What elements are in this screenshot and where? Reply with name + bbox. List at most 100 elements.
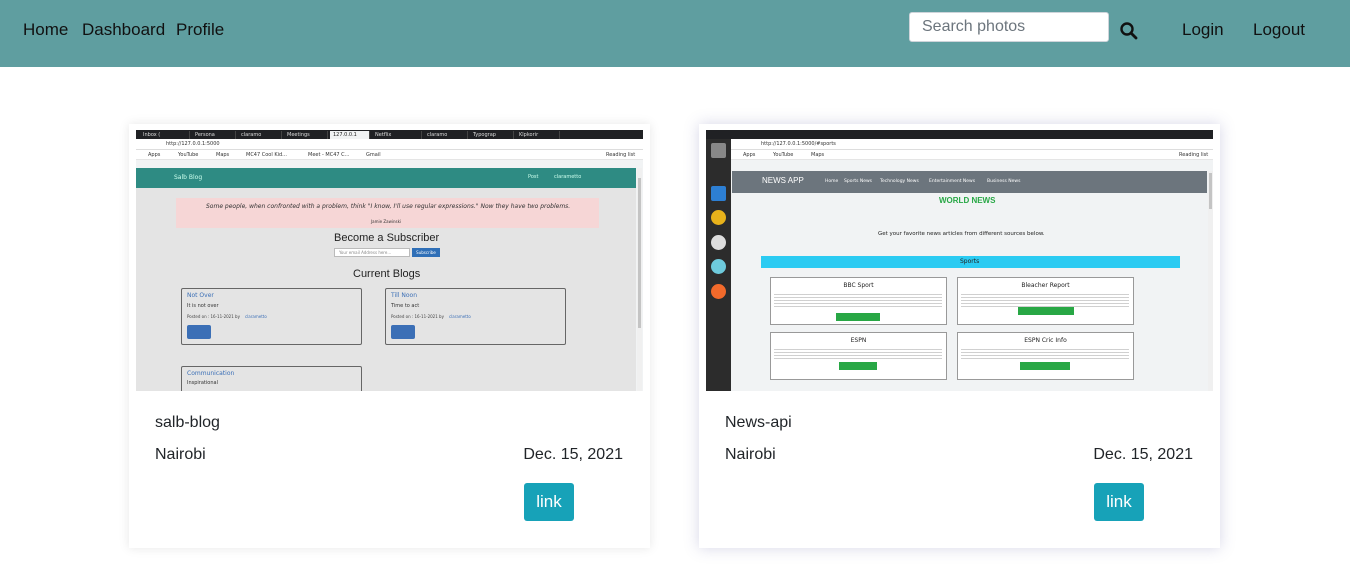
bookmark: Maps <box>811 152 825 158</box>
address-bar: http://127.0.0.1:5000/#sports <box>731 139 1213 150</box>
bookmark: Meet - MC47 C... <box>308 152 350 158</box>
blog-card-author: clarametto <box>245 314 267 319</box>
source-name: ESPN <box>850 337 867 344</box>
browser-tab-bar <box>706 130 1213 139</box>
blog-card: Not Over It is not over Posted on : 16-1… <box>181 288 362 345</box>
vscode-icon <box>711 186 726 201</box>
blog-body: Some people, when confronted with a prob… <box>136 188 636 391</box>
news-nav-sports: Sports News <box>844 179 873 184</box>
comment-icon <box>187 325 211 339</box>
browser-tab: Inbox ( <box>140 131 190 139</box>
news-nav-home: Home <box>825 179 839 184</box>
address-url: http://127.0.0.1:5000 <box>166 141 220 147</box>
news-navbar: NEWS APP Home Sports News Technology New… <box>732 171 1207 193</box>
card-date: Dec. 15, 2021 <box>523 446 623 463</box>
browser-tab: Typograp <box>470 131 514 139</box>
source-view-button <box>1018 307 1074 315</box>
card-title: News-api <box>725 414 792 431</box>
blog-card-title: Communication <box>187 370 235 377</box>
source-view-button <box>1020 362 1070 370</box>
bookmark: YouTube <box>178 152 199 158</box>
browser-tab: claramo <box>424 131 468 139</box>
browser-tab: claramo <box>238 131 282 139</box>
nav-dashboard-link[interactable]: Dashboard <box>82 20 165 40</box>
top-navbar: Home Dashboard Profile Login Logout <box>0 0 1350 67</box>
blog-nav-user: clarametto <box>554 174 582 180</box>
source-description <box>961 347 1129 359</box>
bookmark: Gmail <box>366 152 381 158</box>
browser-tab-bar: Inbox ( Persona claramo Meetings 127.0.0… <box>136 130 643 139</box>
project-link-button[interactable]: link <box>1094 483 1144 521</box>
blog-card-body: It is not over <box>187 303 219 309</box>
blog-card-body: Inspirational <box>187 380 218 386</box>
chrome-icon <box>711 210 726 225</box>
scrollbar-thumb <box>1209 173 1212 209</box>
bookmarks-bar: Apps YouTube Maps MC47 Cool Kid... Meet … <box>136 150 643 160</box>
browser-tab: Netflix <box>372 131 422 139</box>
subscribe-heading: Become a Subscriber <box>334 232 440 244</box>
source-description <box>774 292 942 308</box>
slack-icon <box>711 259 726 274</box>
quote-box: Some people, when confronted with a prob… <box>176 198 599 228</box>
blog-card-body: Time to act <box>391 303 420 309</box>
address-url: http://127.0.0.1:5000/#sports <box>761 141 836 147</box>
news-brand: NEWS APP <box>762 176 804 185</box>
category-band: Sports <box>761 256 1180 268</box>
news-nav-business: Business News <box>987 179 1021 184</box>
project-link-button[interactable]: link <box>524 483 574 521</box>
card-date: Dec. 15, 2021 <box>1093 446 1193 463</box>
project-card: http://127.0.0.1:5000/#sports Apps YouTu… <box>699 124 1220 548</box>
logout-link[interactable]: Logout <box>1253 20 1305 40</box>
blog-card-posted: Posted on : 16-11-2021 by <box>391 314 444 319</box>
scrollbar-thumb <box>638 178 641 328</box>
nav-profile-link[interactable]: Profile <box>176 20 224 40</box>
blog-nav-post: Post <box>528 174 539 180</box>
nav-home-link[interactable]: Home <box>23 20 68 40</box>
bookmark: Apps <box>148 152 161 158</box>
address-bar: http://127.0.0.1:5000 <box>136 139 643 150</box>
card-location: Nairobi <box>725 446 776 463</box>
news-source-card: ESPN Cric Info <box>957 332 1134 380</box>
email-input: Your email Address here... <box>334 248 410 257</box>
browser-tab: Persona <box>192 131 236 139</box>
news-nav-entertainment: Entertainment News <box>929 179 976 184</box>
files-icon <box>711 143 726 158</box>
bookmark: Maps <box>216 152 230 158</box>
subscribe-button: Subscribe <box>412 248 440 257</box>
browser-tab: Klpkorir <box>516 131 560 139</box>
bookmark: MC47 Cool Kid... <box>246 152 287 158</box>
comment-icon <box>391 325 415 339</box>
blog-card-posted: Posted on : 16-11-2021 by <box>187 314 240 319</box>
bookmark: YouTube <box>773 152 794 158</box>
card-location: Nairobi <box>155 446 206 463</box>
browser-tab: 127.0.0.1 <box>330 131 370 139</box>
login-link[interactable]: Login <box>1182 20 1224 40</box>
blog-card: Communication Inspirational <box>181 366 362 391</box>
os-dock <box>706 139 731 391</box>
project-screenshot: Inbox ( Persona claramo Meetings 127.0.0… <box>136 130 643 391</box>
search-icon <box>1120 22 1138 40</box>
project-card: Inbox ( Persona claramo Meetings 127.0.0… <box>129 124 650 548</box>
blog-card-author: clarametto <box>449 314 471 319</box>
bookmarks-bar: Apps YouTube Maps Reading list <box>731 150 1213 160</box>
source-view-button <box>836 313 880 321</box>
news-source-card: BBC Sport <box>770 277 947 325</box>
blogs-heading: Current Blogs <box>353 268 421 280</box>
news-source-card: ESPN <box>770 332 947 380</box>
blog-navbar: Salb Blog Post clarametto <box>136 168 636 188</box>
postman-icon <box>711 284 726 299</box>
blog-card-title: Till Noon <box>391 292 418 299</box>
blog-card: Till Noon Time to act Posted on : 16-11-… <box>385 288 566 345</box>
blog-brand: Salb Blog <box>174 174 203 181</box>
source-description <box>961 292 1129 308</box>
search-button[interactable] <box>1119 21 1139 41</box>
search-input[interactable] <box>909 12 1109 42</box>
card-title: salb-blog <box>155 414 220 431</box>
browser-tab: Meetings <box>284 131 328 139</box>
blog-card-title: Not Over <box>187 292 214 299</box>
news-heading: WORLD NEWS <box>939 196 996 205</box>
news-nav-technology: Technology News <box>880 179 919 184</box>
category-label: Sports <box>960 258 980 265</box>
quote-author: Jamie Zawinski <box>371 219 401 224</box>
source-description <box>774 347 942 359</box>
